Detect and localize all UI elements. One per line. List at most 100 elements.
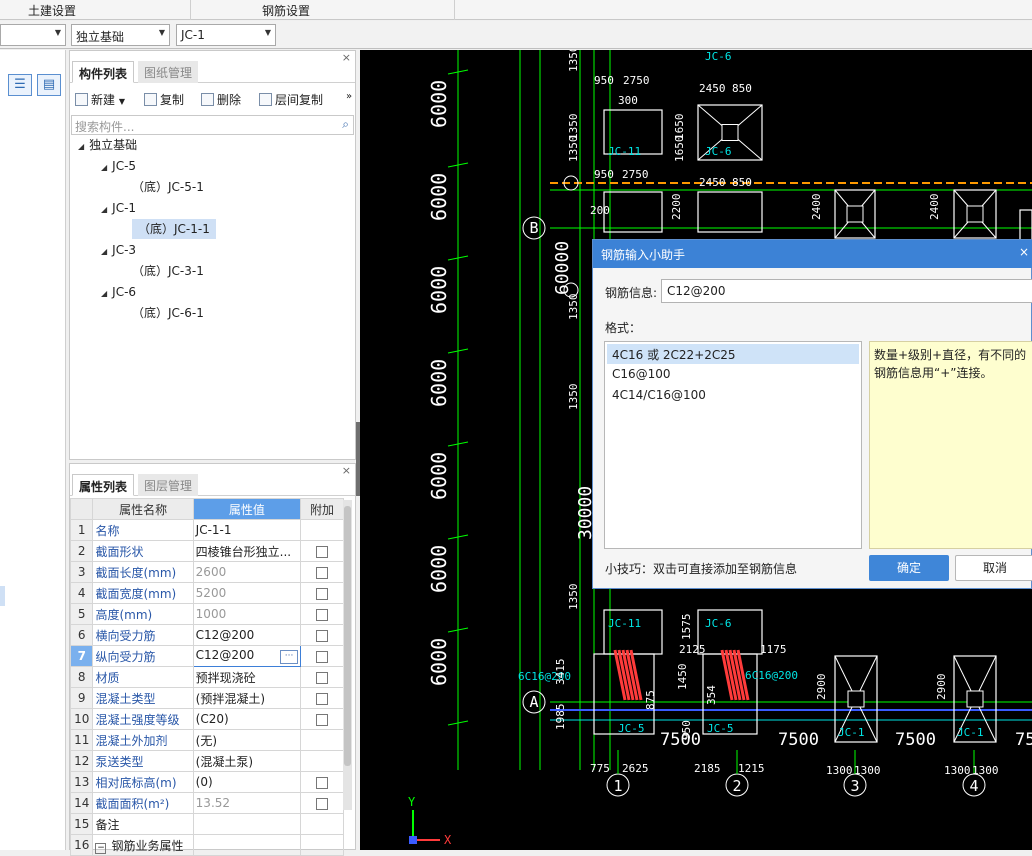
extra-checkbox[interactable]	[316, 650, 329, 663]
dimension-label: 7500	[778, 730, 819, 750]
tree-group[interactable]: ◢ JC-5	[101, 156, 136, 176]
expand-icon[interactable]: ◢	[78, 137, 84, 157]
more-icon[interactable]: »	[346, 91, 352, 102]
property-value[interactable]: (0)	[192, 771, 302, 793]
dimension-label: 1300	[854, 764, 881, 777]
extra-checkbox[interactable]	[316, 797, 329, 810]
table-row[interactable]: 1 名称 JC-1-1	[69, 519, 344, 541]
extra-checkbox[interactable]	[316, 713, 329, 726]
copy-button[interactable]: 复制	[144, 91, 184, 108]
component-type-combo[interactable]: 独立基础 ▼	[71, 24, 170, 46]
property-value[interactable]: (混凝土泵)	[192, 750, 302, 772]
property-value[interactable]: (无)	[192, 729, 302, 751]
tree-item[interactable]: （底）JC-3-1	[132, 261, 204, 281]
property-value[interactable]: (预拌混凝土)	[192, 687, 302, 709]
expand-icon[interactable]: ◢	[101, 284, 107, 304]
property-value[interactable]: C12@200 ···	[192, 645, 302, 667]
extra-checkbox[interactable]	[316, 629, 329, 642]
dimension-label: 2185	[694, 762, 721, 775]
property-value[interactable]: 5200	[192, 582, 302, 604]
menu-civil-settings[interactable]: 土建设置	[28, 2, 76, 19]
property-value[interactable]: 2600	[192, 561, 302, 583]
extra-checkbox[interactable]	[316, 587, 329, 600]
table-row[interactable]: 15 备注	[69, 813, 344, 835]
table-row[interactable]: 5 高度(mm) 1000	[69, 603, 344, 625]
expand-icon[interactable]: ◢	[101, 242, 107, 262]
property-value[interactable]: 预拌现浇砼	[192, 666, 302, 688]
tree-item-selected[interactable]: （底）JC-1-1	[132, 219, 216, 239]
dimension-label: 2750	[622, 168, 649, 181]
delete-button[interactable]: 删除	[201, 91, 241, 108]
property-table: 属性名称 属性值 附加 1 名称 JC-1-1 2 截面形状 四棱锥台形独立... 3 截面长…	[69, 498, 344, 856]
close-icon[interactable]: ×	[1019, 245, 1029, 259]
scrollbar-thumb[interactable]	[344, 506, 351, 766]
property-scrollbar[interactable]	[343, 500, 352, 810]
property-value-text[interactable]: C12@200	[196, 648, 255, 662]
table-row[interactable]: 2 截面形状 四棱锥台形独立...	[69, 540, 344, 562]
table-row[interactable]: 4 截面宽度(mm) 5200	[69, 582, 344, 604]
list-view-icon[interactable]: ☰	[8, 74, 32, 96]
property-name: 混凝土外加剂	[92, 729, 194, 751]
table-row[interactable]: 14 截面面积(m²) 13.52	[69, 792, 344, 814]
dimension-label: 950	[680, 720, 693, 740]
search-input[interactable]: 搜索构件... ⌕	[71, 115, 354, 135]
list-item[interactable]: 4C14/C16@100	[607, 386, 859, 406]
tree-item[interactable]: （底）JC-6-1	[132, 303, 204, 323]
extra-checkbox[interactable]	[316, 545, 329, 558]
new-button[interactable]: 新建 ▼	[75, 91, 125, 108]
table-row[interactable]: 3 截面长度(mm) 2600	[69, 561, 344, 583]
ok-button[interactable]: 确定	[869, 555, 949, 581]
tree-group[interactable]: ◢ JC-1	[101, 198, 136, 218]
tree-item[interactable]: （底）JC-5-1	[132, 177, 204, 197]
table-row[interactable]: 16− 钢筋业务属性	[69, 834, 344, 856]
property-value[interactable]: 四棱锥台形独立...	[192, 540, 302, 562]
extra-checkbox[interactable]	[316, 671, 329, 684]
detail-view-icon[interactable]: ▤	[37, 74, 61, 96]
property-value[interactable]: C12@200	[192, 624, 302, 646]
menu-rebar-settings[interactable]: 钢筋设置	[262, 2, 310, 19]
property-value[interactable]	[192, 813, 302, 835]
tab-component-list[interactable]: 构件列表	[72, 61, 135, 83]
collapse-icon[interactable]: −	[95, 842, 107, 854]
table-row[interactable]: 6 横向受力筋 C12@200	[69, 624, 344, 646]
tab-layer-management[interactable]: 图层管理	[138, 474, 199, 496]
rebar-info-input[interactable]: C12@200	[661, 279, 1032, 303]
dimension-label: 2625	[622, 762, 649, 775]
table-row[interactable]: 10 混凝土强度等级 (C20)	[69, 708, 344, 730]
list-item[interactable]: C16@100	[607, 365, 859, 385]
format-list[interactable]: 4C16 或 2C22+2C25 C16@100 4C14/C16@100	[604, 341, 862, 549]
property-value[interactable]: (C20)	[192, 708, 302, 730]
property-value[interactable]: JC-1-1	[192, 519, 302, 541]
property-value[interactable]: 13.52	[192, 792, 302, 814]
tab-drawing-management[interactable]: 图纸管理	[138, 61, 199, 83]
floor-combo[interactable]: ▼	[0, 24, 66, 46]
table-row[interactable]: 7 纵向受力筋 C12@200 ···	[69, 645, 344, 667]
extra-checkbox[interactable]	[316, 776, 329, 789]
tree-root[interactable]: ◢ 独立基础	[78, 135, 137, 155]
tab-property-list[interactable]: 属性列表	[72, 474, 135, 496]
floor-copy-button[interactable]: 层间复制	[259, 91, 323, 108]
component-combo[interactable]: JC-1 ▼	[176, 24, 276, 46]
dimension-label: 2400	[928, 194, 941, 221]
table-row[interactable]: 9 混凝土类型 (预拌混凝土)	[69, 687, 344, 709]
tree-group[interactable]: ◢ JC-3	[101, 240, 136, 260]
expand-icon[interactable]: ◢	[101, 200, 107, 220]
table-row[interactable]: 8 材质 预拌现浇砼	[69, 666, 344, 688]
cancel-button[interactable]: 取消	[955, 555, 1032, 581]
table-row[interactable]: 12 泵送类型 (混凝土泵)	[69, 750, 344, 772]
extra-checkbox[interactable]	[316, 566, 329, 579]
property-value[interactable]: 1000	[192, 603, 302, 625]
list-item[interactable]: 4C16 或 2C22+2C25	[607, 344, 859, 364]
ellipsis-button[interactable]: ···	[280, 650, 299, 664]
table-row[interactable]: 13 相对底标高(m) (0)	[69, 771, 344, 793]
expand-icon[interactable]: ◢	[101, 158, 107, 178]
dialog-title-bar[interactable]: 钢筋输入小助手 ×	[593, 240, 1032, 268]
extra-checkbox[interactable]	[316, 608, 329, 621]
table-row[interactable]: 11 混凝土外加剂 (无)	[69, 729, 344, 751]
row-number: 2	[69, 540, 94, 562]
search-icon[interactable]: ⌕	[342, 117, 349, 132]
extra-checkbox[interactable]	[316, 692, 329, 705]
dimension-label: 60000	[552, 241, 573, 295]
tree-group[interactable]: ◢ JC-6	[101, 282, 136, 302]
property-value[interactable]	[192, 834, 302, 856]
